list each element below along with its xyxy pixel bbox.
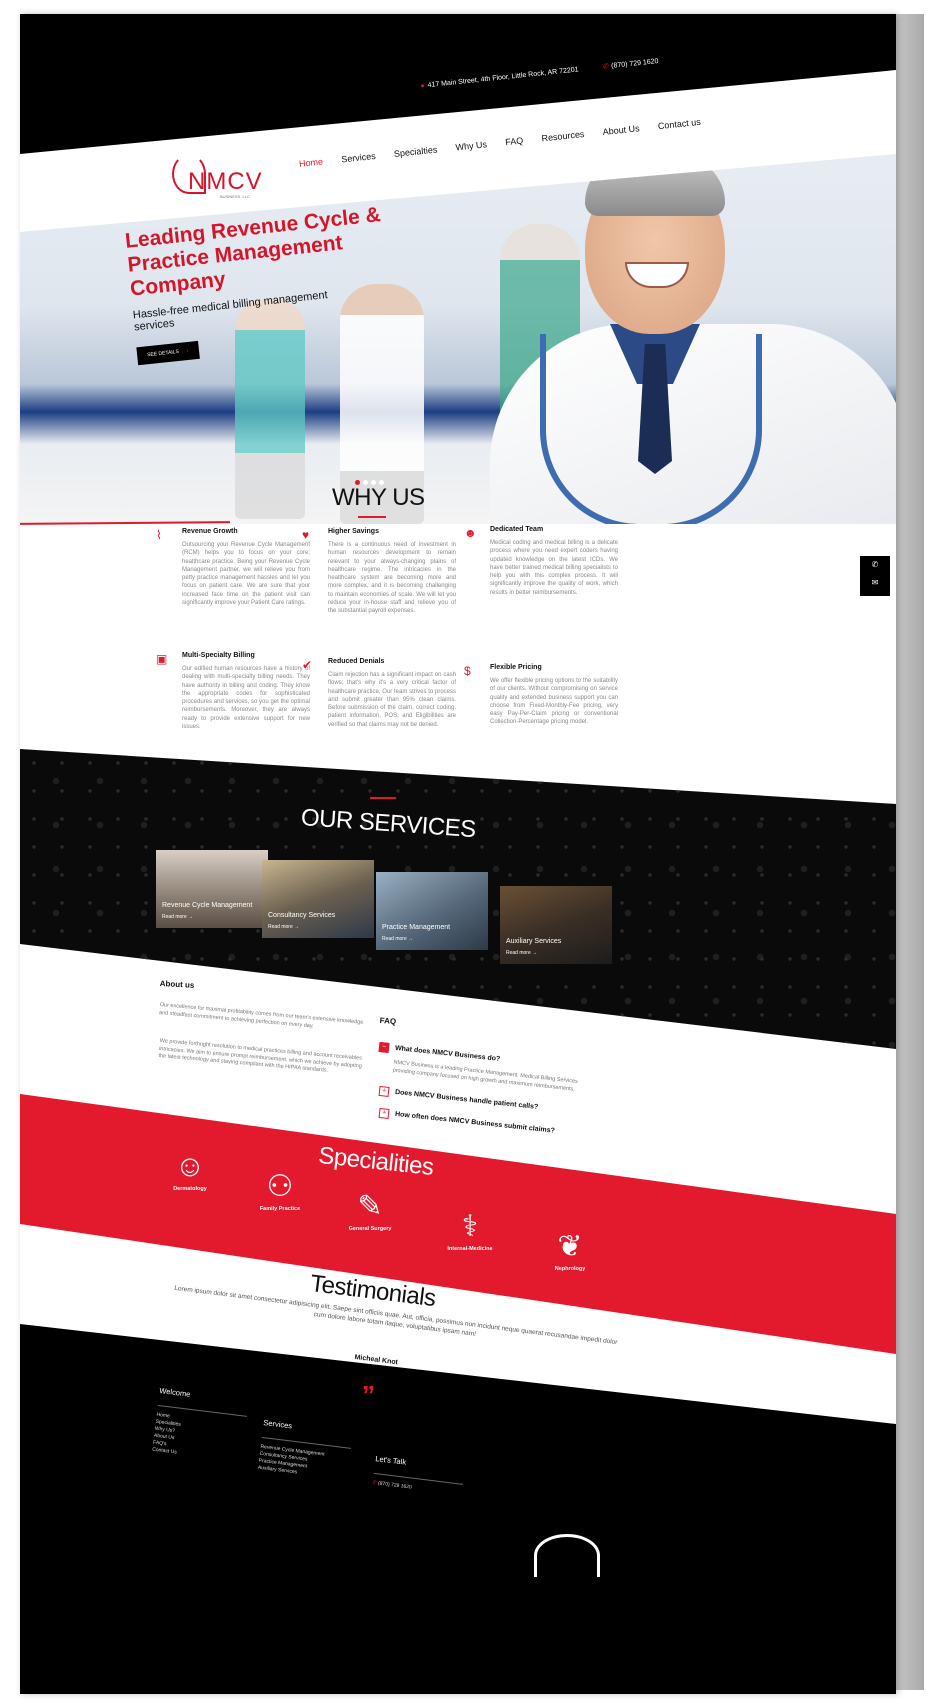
stomach-icon: ⚕ [461,1210,479,1243]
feature-dedicated-team: ☻ Dedicated Team Medical coding and medi… [464,526,618,597]
service-card-label: Consultancy Services [268,912,336,919]
footer-welcome: Welcome Home Specialities Why Us? About … [152,1386,250,1464]
plus-icon[interactable]: + [378,1085,390,1097]
feature-body: Outsourcing your Revenue Cycle Managemen… [182,542,310,607]
service-card-label: Practice Management [382,924,451,931]
feature-flexible-pricing: $ Flexible Pricing We offer flexible pri… [464,664,618,727]
chart-icon: ⌇ [156,528,162,542]
plus-icon[interactable]: + [378,1107,390,1119]
feature-title: Dedicated Team [490,526,544,533]
read-more-link[interactable]: Read more → [382,936,413,942]
family-icon: ⚇ [266,1170,294,1203]
service-card-rcm[interactable]: Revenue Cycle Management Read more → [156,850,268,928]
scalpel-icon: ✎ [357,1190,383,1223]
dollar-hand-icon: $ [464,664,471,678]
feature-body: We offer flexible pricing options to the… [490,678,618,726]
footer-logo-icon [534,1534,600,1577]
about-paragraph: Our excellence for maximal profitability… [158,1002,364,1030]
feature-title: Reduced Denials [328,658,385,665]
speciality-name: Internal-Medicine [447,1246,493,1252]
read-more-link[interactable]: Read more → [506,950,537,956]
speciality-nephrology[interactable]: ❦ Nephrology [520,1230,620,1272]
team-icon: ☻ [464,526,477,540]
title-underline [358,516,386,518]
nav-home[interactable]: Home [299,156,324,168]
speciality-general-surgery[interactable]: ✎ General Surgery [320,1190,420,1232]
feature-title: Revenue Growth [182,528,238,535]
main-menu: Home Services Specialties Why Us FAQ Res… [298,110,715,172]
logo-text: NMCV [188,168,263,195]
footer-services: Services Revenue Cycle Management Consul… [257,1418,353,1483]
feature-body: There is a continuous need of investment… [328,542,456,615]
contact-side-tab[interactable]: ✆ ✉ [860,556,890,596]
nav-services[interactable]: Services [341,151,376,165]
about-paragraph: We provide forthright resolution to medi… [158,1038,363,1074]
minus-icon[interactable]: − [378,1041,390,1053]
speciality-name: General Surgery [348,1226,392,1232]
feature-higher-savings: ♥ Higher Savings There is a continuous n… [302,528,456,616]
speciality-family-practice[interactable]: ⚇ Family Practice [230,1170,330,1212]
website-mockup: ● 417 Main Street, 4th Floor, Little Rock… [20,14,896,1694]
shield-check-icon: ✔ [302,658,313,672]
hero-text: Leading Revenue Cycle & Practice Managem… [124,203,397,366]
nav-why-us[interactable]: Why Us [455,139,487,152]
piggy-bank-icon: ♥ [302,528,310,542]
face-icon: ☺ [174,1150,206,1183]
service-card-practice[interactable]: Practice Management Read more → [376,872,488,950]
chevron-right-icon: › [186,347,189,355]
faq-title: FAQ [379,1016,397,1027]
feature-reduced-denials: ✔ Reduced Denials Claim rejection has a … [302,658,456,729]
speciality-name: Nephrology [554,1266,586,1272]
see-details-label: SEE DETAILS [146,348,180,359]
nav-specialties[interactable]: Specialties [393,144,437,158]
service-card-label: Auxiliary Services [506,938,562,945]
nav-faq[interactable]: FAQ [505,135,524,147]
speciality-internal-medicine[interactable]: ⚕ Internal-Medicine [420,1210,520,1252]
feature-body: Our edified human resources have a histo… [182,666,310,731]
document-icon: ▣ [156,652,168,666]
feature-body: Claim rejection has a significant impact… [328,672,456,728]
hero-accent-line [20,521,231,525]
logo[interactable]: NMCV BUSINESS, LLC [168,154,262,204]
feature-body: Medical coding and medical billing is a … [490,540,618,596]
stethoscope [540,334,762,524]
mail-icon[interactable]: ✉ [860,574,890,592]
doctor-portrait [490,154,896,524]
nav-contact-us[interactable]: Contact us [657,117,701,131]
location-pin-icon: ● [420,82,426,90]
speciality-dermatology[interactable]: ☺ Dermatology [140,1150,240,1192]
phone-icon: ✆ [602,63,609,71]
speciality-name: Family Practice [259,1206,301,1212]
nav-resources[interactable]: Resources [541,129,585,143]
read-more-link[interactable]: Read more → [162,914,193,920]
service-card-consultancy[interactable]: Consultancy Services Read more → [262,860,374,938]
about-title: About us [159,979,195,990]
service-card-label: Revenue Cycle Management [162,902,253,909]
feature-title: Higher Savings [328,528,379,535]
feature-title: Flexible Pricing [490,664,542,671]
kidney-icon: ❦ [557,1230,583,1263]
faq-question: What does NMCV Business do? [394,1044,501,1063]
quote-icon: ” [362,1380,375,1410]
feature-revenue-growth: ⌇ Revenue Growth Outsourcing your Revenu… [156,528,310,607]
phone-icon[interactable]: ✆ [860,556,890,574]
feature-multi-specialty: ▣ Multi-Specialty Billing Our edified hu… [156,652,310,731]
why-us-title: WHY US [332,484,425,511]
title-underline [370,797,396,799]
logo-sub: BUSINESS, LLC [220,194,250,199]
speciality-name: Dermatology [173,1186,207,1192]
nav-about-us[interactable]: About Us [602,123,640,137]
read-more-link[interactable]: Read more → [268,924,299,930]
feature-title: Multi-Specialty Billing [182,652,255,659]
service-card-auxiliary[interactable]: Auxiliary Services Read more → [500,886,612,964]
